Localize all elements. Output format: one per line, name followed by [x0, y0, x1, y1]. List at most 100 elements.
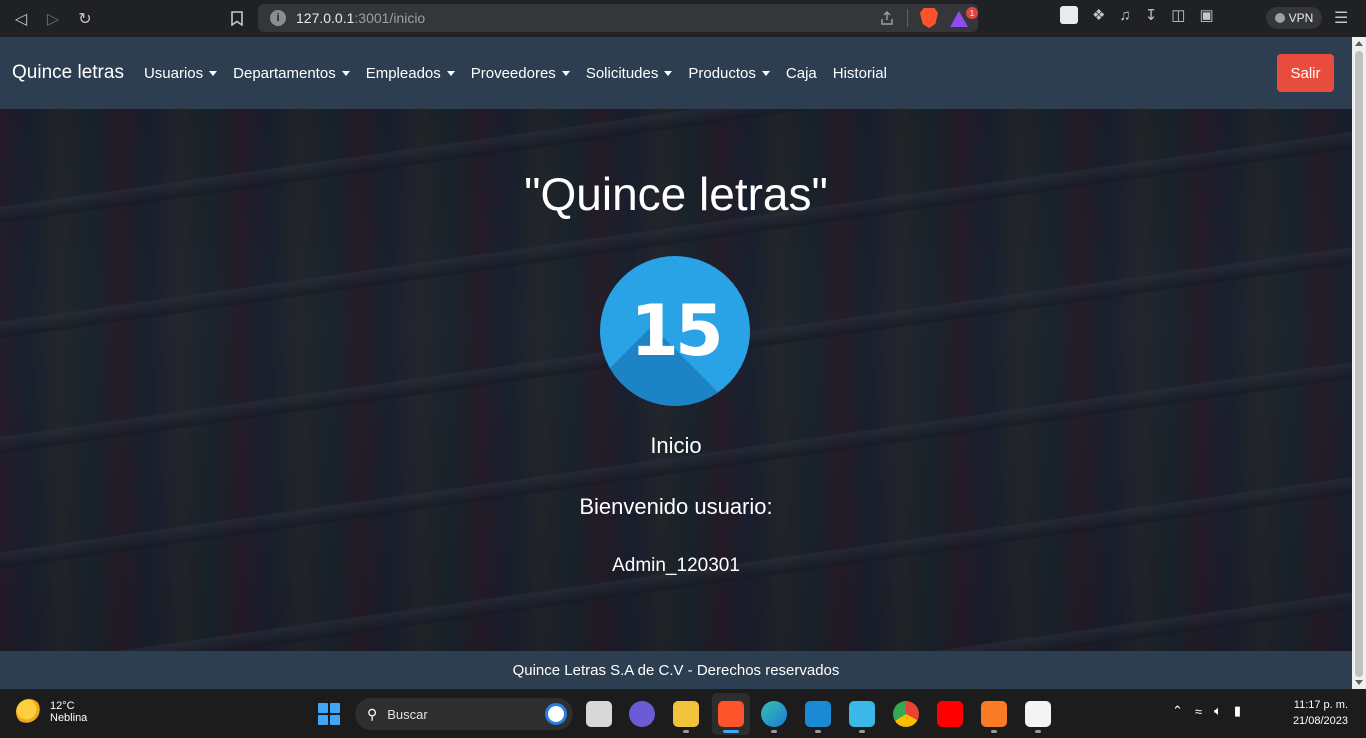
- weather-sun-icon: [16, 699, 42, 725]
- vscode-icon[interactable]: [805, 701, 831, 727]
- site-info-icon[interactable]: i: [270, 10, 286, 26]
- battery-icon[interactable]: ▮: [1234, 703, 1241, 719]
- nav-label: Caja: [785, 64, 817, 82]
- top-navbar: Quince letras Usuarios Departamentos Emp…: [0, 37, 1352, 109]
- sidebar-icon[interactable]: ◫: [1171, 6, 1185, 24]
- caret-down-icon: [761, 70, 770, 76]
- nav-item-usuarios[interactable]: Usuarios: [136, 65, 225, 82]
- menu-icon[interactable]: ☰: [1334, 8, 1348, 28]
- music-icon[interactable]: ♫: [1119, 7, 1130, 24]
- edge-icon[interactable]: [761, 701, 787, 727]
- download-icon[interactable]: ↧: [1145, 6, 1158, 24]
- bookmark-icon[interactable]: [226, 6, 248, 30]
- paint-icon[interactable]: [1025, 701, 1051, 727]
- taskbar-search[interactable]: ⚲ Buscar: [355, 698, 573, 730]
- caret-down-icon: [561, 70, 570, 76]
- nav-label: Empleados: [365, 64, 441, 82]
- hero-content: "Quince letras" 15 Inicio Bienvenido usu…: [0, 109, 1352, 651]
- weather-widget[interactable]: 12°C Neblina: [16, 699, 87, 725]
- page-scrollbar[interactable]: [1352, 37, 1366, 689]
- footer-text: Quince Letras S.A de C.V - Derechos rese…: [512, 661, 840, 679]
- start-icon[interactable]: [318, 703, 340, 725]
- weather-desc: Neblina: [50, 712, 88, 724]
- forward-icon[interactable]: ▷: [40, 6, 66, 32]
- rewards-badge: 1: [966, 7, 978, 19]
- nav-label: Productos: [688, 64, 756, 82]
- nav-item-proveedores[interactable]: Proveedores: [463, 65, 578, 82]
- scroll-up-icon[interactable]: [1355, 41, 1363, 46]
- logo-15-icon: 15: [600, 256, 750, 406]
- search-icon: ⚲: [367, 705, 378, 722]
- nav-item-caja[interactable]: Caja: [778, 65, 825, 82]
- brave-rewards-icon[interactable]: 1: [950, 7, 978, 27]
- nav-label: Departamentos: [233, 64, 336, 82]
- nav-item-productos[interactable]: Productos: [680, 65, 778, 82]
- url-host: 127.0.0.1: [296, 10, 355, 26]
- hero-section: "Quince letras" 15 Inicio Bienvenido usu…: [0, 109, 1352, 651]
- nav-menu: Usuarios Departamentos Empleados Proveed…: [136, 65, 895, 82]
- logout-button[interactable]: Salir: [1277, 54, 1334, 92]
- weather-temp: 12°C: [50, 700, 75, 712]
- paint-running-indicator: [1035, 730, 1041, 733]
- nav-item-empleados[interactable]: Empleados: [358, 65, 463, 82]
- xampp-icon[interactable]: [981, 701, 1007, 727]
- notepad-running-indicator: [859, 730, 865, 733]
- vpn-button[interactable]: VPN: [1266, 7, 1322, 29]
- brave-shields-icon[interactable]: [920, 8, 938, 28]
- extension-icon[interactable]: [1060, 6, 1078, 24]
- share-icon[interactable]: [879, 10, 895, 26]
- nav-item-departamentos[interactable]: Departamentos: [225, 65, 358, 82]
- hero-title: "Quince letras": [524, 168, 828, 220]
- username: Admin_120301: [612, 555, 740, 576]
- nav-label: Proveedores: [470, 64, 556, 82]
- teams-icon[interactable]: [629, 701, 655, 727]
- file-explorer-running-indicator: [683, 730, 689, 733]
- clock-date: 21/08/2023: [1292, 715, 1348, 727]
- caret-down-icon: [446, 70, 455, 76]
- youtube-icon[interactable]: [937, 701, 963, 727]
- welcome-text: Bienvenido usuario:: [579, 494, 773, 519]
- edge-running-indicator: [771, 730, 777, 733]
- scroll-thumb[interactable]: [1355, 51, 1363, 677]
- task-view-icon[interactable]: [586, 701, 612, 727]
- wallet-icon[interactable]: ▣: [1199, 6, 1213, 24]
- chrome-icon[interactable]: [893, 701, 919, 727]
- brave-running-indicator: [723, 730, 739, 733]
- wifi-icon[interactable]: ≈: [1195, 704, 1202, 719]
- file-explorer-icon[interactable]: [673, 701, 699, 727]
- chevron-up-icon[interactable]: ⌃: [1172, 703, 1183, 719]
- windows-taskbar: 12°C Neblina ⚲ Buscar ⌃ ≈ 🔈︎ ▮ 11:17 p. …: [0, 689, 1366, 738]
- back-icon[interactable]: ◁: [8, 6, 34, 32]
- navbar-brand[interactable]: Quince letras: [12, 62, 124, 84]
- extensions-area: ❖ ♫ ↧ ◫ ▣: [1060, 6, 1214, 24]
- page-footer: Quince Letras S.A de C.V - Derechos rese…: [0, 651, 1352, 689]
- clock[interactable]: 11:17 p. m. 21/08/2023: [1293, 697, 1348, 729]
- web-page: Quince letras Usuarios Departamentos Emp…: [0, 37, 1352, 689]
- brave-icon[interactable]: [718, 701, 744, 727]
- page-name: Inicio: [650, 433, 702, 458]
- search-placeholder: Buscar: [387, 706, 428, 722]
- notepad-icon[interactable]: [849, 701, 875, 727]
- nav-label: Historial: [832, 64, 887, 82]
- vpn-status-icon: [1274, 13, 1285, 23]
- logo-number: 15: [630, 290, 723, 372]
- bing-icon[interactable]: [545, 703, 567, 725]
- url-separator: [907, 9, 908, 27]
- nav-label: Usuarios: [143, 64, 204, 82]
- url-path: :3001/inicio: [354, 10, 426, 26]
- caret-down-icon: [664, 70, 673, 76]
- nav-item-historial[interactable]: Historial: [825, 65, 895, 82]
- reload-icon[interactable]: ↻: [72, 6, 98, 32]
- caret-down-icon: [341, 70, 350, 76]
- caret-down-icon: [209, 70, 218, 76]
- nav-label: Solicitudes: [585, 64, 659, 82]
- url-text[interactable]: 127.0.0.1:3001/inicio: [296, 10, 425, 26]
- vscode-running-indicator: [815, 730, 821, 733]
- puzzle-icon[interactable]: ❖: [1092, 6, 1105, 24]
- nav-item-solicitudes[interactable]: Solicitudes: [578, 65, 681, 82]
- address-bar[interactable]: i 127.0.0.1:3001/inicio 1: [258, 4, 978, 32]
- volume-icon[interactable]: 🔈︎: [1214, 703, 1222, 719]
- scroll-down-icon[interactable]: [1355, 680, 1363, 685]
- weather-text: 12°C Neblina: [50, 700, 87, 724]
- system-tray: ⌃ ≈ 🔈︎ ▮: [1172, 703, 1241, 719]
